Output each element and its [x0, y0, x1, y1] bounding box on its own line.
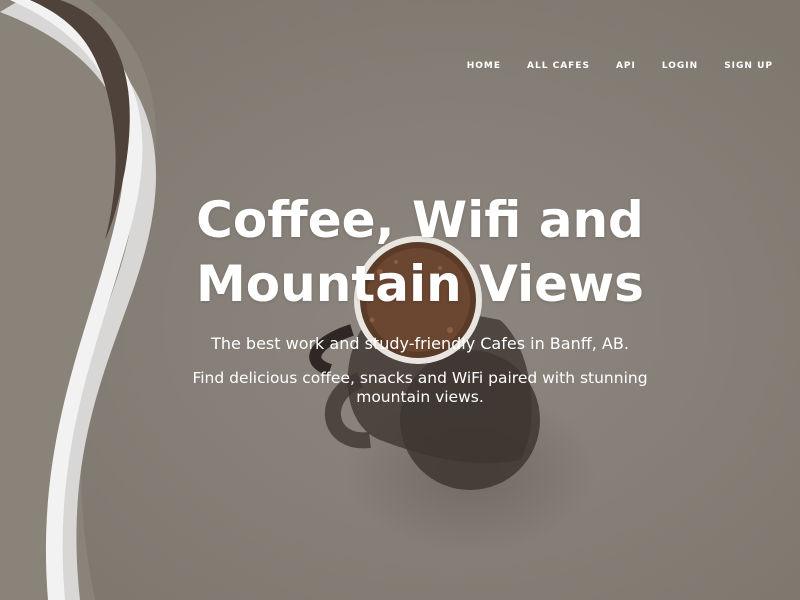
hero-title-line-1: Coffee, Wifi and: [196, 191, 644, 249]
hero-description: Find delicious coffee, snacks and WiFi p…: [192, 369, 648, 406]
hero-content: Coffee, Wifi and Mountain Views The best…: [150, 188, 690, 407]
nav-home-link[interactable]: HOME: [454, 58, 514, 74]
nav-all-cafes-link[interactable]: ALL CAFES: [514, 58, 603, 74]
hero-subtitle: The best work and study-friendly Cafes i…: [211, 334, 629, 353]
main-navigation: HOME ALL CAFES API LOGIN SIGN UP: [454, 58, 786, 74]
hero-section: HOME ALL CAFES API LOGIN SIGN UP Coffee,…: [0, 0, 800, 600]
hero-title: Coffee, Wifi and Mountain Views: [150, 188, 690, 316]
hero-title-line-2: Mountain Views: [196, 255, 644, 313]
nav-sign-up-link[interactable]: SIGN UP: [711, 58, 786, 74]
nav-api-link[interactable]: API: [603, 58, 649, 74]
nav-login-link[interactable]: LOGIN: [649, 58, 711, 74]
